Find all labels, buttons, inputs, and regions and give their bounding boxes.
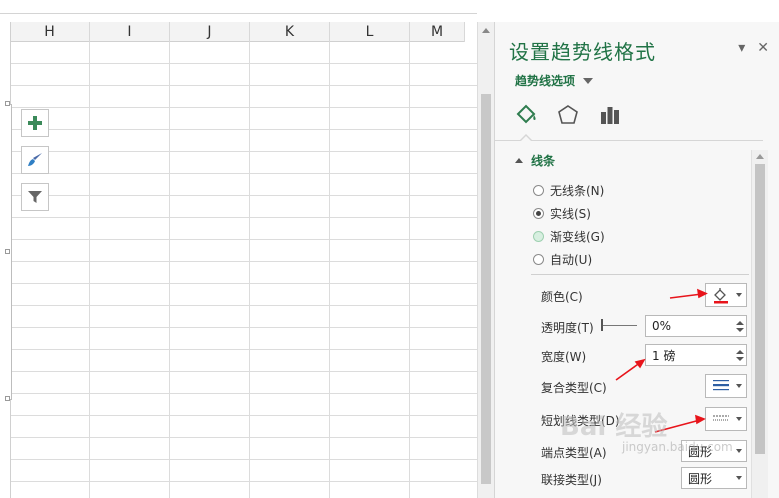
watermark-site: jingyan.baidu.com [622,440,733,454]
watermark-brand: Bai 经验 [560,412,668,442]
arrow-to-color-icon [669,288,708,299]
arrow-to-width-input-icon [615,358,646,381]
